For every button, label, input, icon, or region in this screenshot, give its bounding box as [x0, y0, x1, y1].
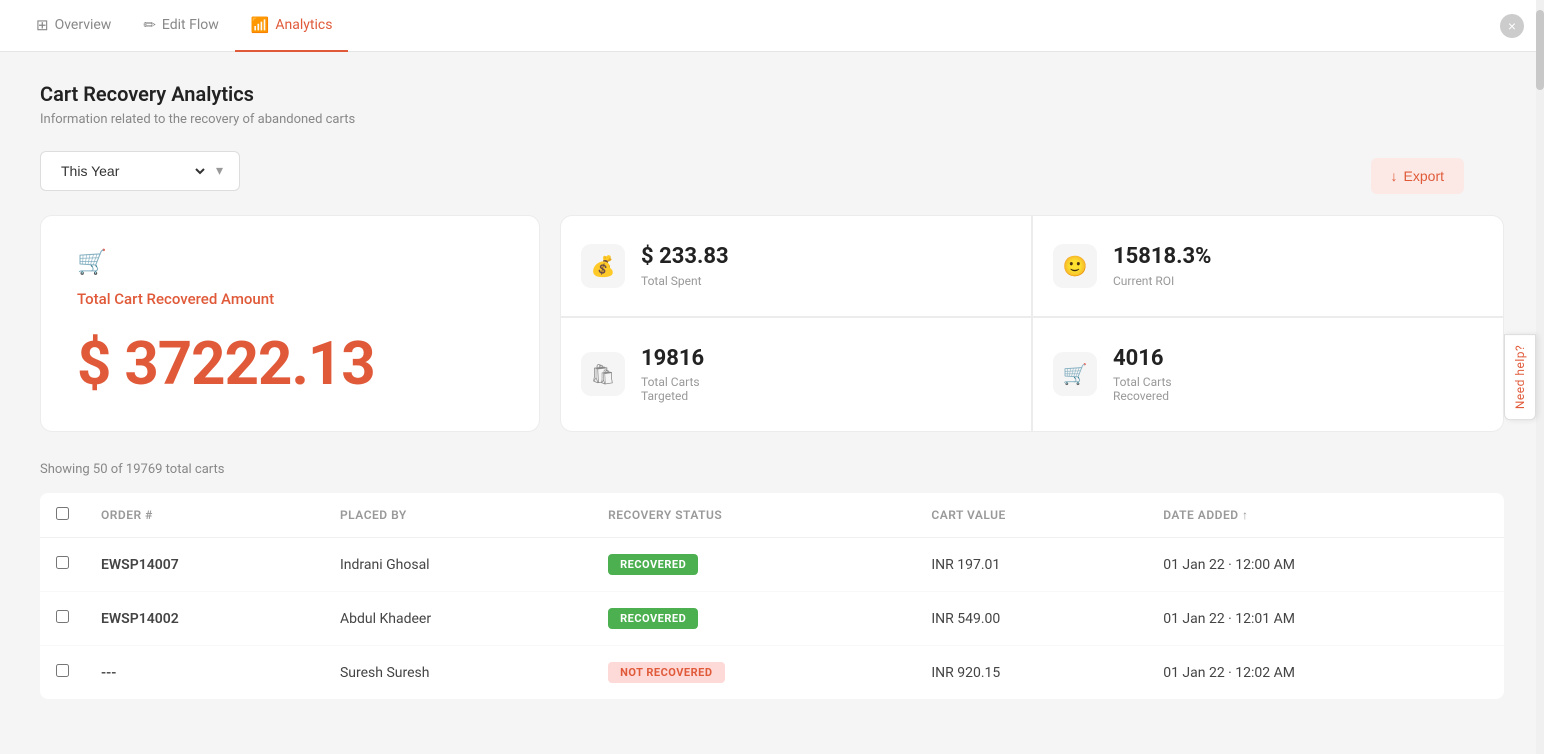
scrollbar-track[interactable]: [1536, 0, 1544, 754]
carts-recovered-label: Total CartsRecovered: [1113, 375, 1172, 403]
stat-carts-targeted-content: 19816 Total CartsTargeted: [641, 346, 704, 403]
row-checkbox-cell: [40, 646, 85, 700]
close-button[interactable]: ×: [1500, 14, 1524, 38]
status-badge: NOT RECOVERED: [608, 662, 724, 683]
page-title: Cart Recovery Analytics: [40, 82, 1504, 106]
select-all-header: [40, 493, 85, 538]
placed-by: Abdul Khadeer: [324, 592, 592, 646]
export-icon: ↓: [1391, 168, 1398, 184]
roi-value: 15818.3%: [1113, 244, 1211, 270]
table-section: Showing 50 of 19769 total carts ORDER # …: [40, 462, 1504, 699]
date-added: 01 Jan 22 · 12:02 AM: [1147, 646, 1504, 700]
stat-roi-content: 15818.3% Current ROI: [1113, 244, 1211, 287]
header-area: Cart Recovery Analytics Information rela…: [40, 82, 1504, 127]
total-spent-label: Total Spent: [641, 274, 729, 288]
row-checkbox-0[interactable]: [56, 556, 69, 569]
status-badge: RECOVERED: [608, 554, 698, 575]
date-filter[interactable]: This Year Last Year Last 30 Days Last 7 …: [40, 151, 240, 191]
col-status: RECOVERY STATUS: [592, 493, 915, 538]
recovery-status: RECOVERED: [592, 538, 915, 592]
filter-row: This Year Last Year Last 30 Days Last 7 …: [40, 151, 1504, 191]
total-recovered-label: Total Cart Recovered Amount: [77, 290, 503, 308]
total-spent-value: $ 233.83: [641, 244, 729, 270]
row-checkbox-cell: [40, 538, 85, 592]
tab-analytics-label: Analytics: [275, 17, 332, 33]
col-placed-by: PLACED BY: [324, 493, 592, 538]
order-number: EWSP14007: [85, 538, 324, 592]
table-info: Showing 50 of 19769 total carts: [40, 462, 1504, 477]
carts-targeted-icon: 🛍: [581, 352, 625, 396]
tab-edit-flow[interactable]: ✏ Edit Flow: [127, 0, 234, 52]
scrollbar-thumb[interactable]: [1536, 10, 1544, 90]
recovery-status: RECOVERED: [592, 592, 915, 646]
row-checkbox-cell: [40, 592, 85, 646]
stats-grid: 💰 $ 233.83 Total Spent 🙂 15818.3% Curren…: [560, 215, 1504, 432]
stat-carts-recovered: 🛒 4016 Total CartsRecovered: [1033, 318, 1503, 431]
main-content: Cart Recovery Analytics Information rela…: [0, 52, 1544, 729]
status-badge: RECOVERED: [608, 608, 698, 629]
cards-row: 🛒 Total Cart Recovered Amount $ 37222.13…: [40, 215, 1504, 432]
overview-icon: ⊞: [36, 16, 49, 34]
tab-analytics[interactable]: 📶 Analytics: [235, 0, 349, 52]
need-help-button[interactable]: Need help?: [1504, 334, 1536, 420]
tab-edit-flow-label: Edit Flow: [162, 17, 219, 33]
table-header-row: ORDER # PLACED BY RECOVERY STATUS CART V…: [40, 493, 1504, 538]
stat-carts-targeted: 🛍 19816 Total CartsTargeted: [561, 318, 1031, 431]
order-number: EWSP14002: [85, 592, 324, 646]
cart-value: INR 920.15: [915, 646, 1147, 700]
table-row: EWSP14002 Abdul Khadeer RECOVERED INR 54…: [40, 592, 1504, 646]
date-added: 01 Jan 22 · 12:00 AM: [1147, 538, 1504, 592]
export-label: Export: [1404, 168, 1444, 184]
chevron-down-icon: ▾: [216, 163, 223, 179]
col-date-added: DATE ADDED ↑: [1147, 493, 1504, 538]
total-spent-icon: 💰: [581, 244, 625, 288]
tab-overview-label: Overview: [55, 17, 112, 33]
cart-recovered-icon: 🛒: [77, 248, 503, 276]
top-nav: ⊞ Overview ✏ Edit Flow 📶 Analytics ×: [0, 0, 1544, 52]
stat-total-spent: 💰 $ 233.83 Total Spent: [561, 216, 1031, 316]
stat-carts-recovered-content: 4016 Total CartsRecovered: [1113, 346, 1172, 403]
row-checkbox-1[interactable]: [56, 610, 69, 623]
date-added: 01 Jan 22 · 12:01 AM: [1147, 592, 1504, 646]
col-cart-value: CART VALUE: [915, 493, 1147, 538]
edit-icon: ✏: [143, 16, 156, 34]
recovery-status: NOT RECOVERED: [592, 646, 915, 700]
total-recovered-amount: $ 37222.13: [77, 328, 503, 399]
date-filter-select[interactable]: This Year Last Year Last 30 Days Last 7 …: [57, 162, 208, 180]
placed-by: Indrani Ghosal: [324, 538, 592, 592]
col-order: ORDER #: [85, 493, 324, 538]
table-row: EWSP14007 Indrani Ghosal RECOVERED INR 1…: [40, 538, 1504, 592]
carts-recovered-icon: 🛒: [1053, 352, 1097, 396]
cart-value: INR 197.01: [915, 538, 1147, 592]
stat-total-spent-content: $ 233.83 Total Spent: [641, 244, 729, 287]
tab-overview[interactable]: ⊞ Overview: [20, 0, 127, 52]
order-number: ---: [85, 646, 324, 700]
carts-targeted-value: 19816: [641, 346, 704, 372]
stat-current-roi: 🙂 15818.3% Current ROI: [1033, 216, 1503, 316]
analytics-icon: 📶: [251, 16, 270, 34]
page-subtitle: Information related to the recovery of a…: [40, 112, 1504, 127]
placed-by: Suresh Suresh: [324, 646, 592, 700]
need-help-container: Need help?: [1504, 334, 1536, 420]
roi-icon: 🙂: [1053, 244, 1097, 288]
total-recovered-card: 🛒 Total Cart Recovered Amount $ 37222.13: [40, 215, 540, 432]
roi-label: Current ROI: [1113, 274, 1211, 288]
orders-table: ORDER # PLACED BY RECOVERY STATUS CART V…: [40, 493, 1504, 699]
carts-recovered-value: 4016: [1113, 346, 1172, 372]
row-checkbox-2[interactable]: [56, 664, 69, 677]
carts-targeted-label: Total CartsTargeted: [641, 375, 704, 403]
table-row: --- Suresh Suresh NOT RECOVERED INR 920.…: [40, 646, 1504, 700]
select-all-checkbox[interactable]: [56, 507, 69, 520]
export-button[interactable]: ↓ Export: [1371, 158, 1464, 194]
cart-value: INR 549.00: [915, 592, 1147, 646]
